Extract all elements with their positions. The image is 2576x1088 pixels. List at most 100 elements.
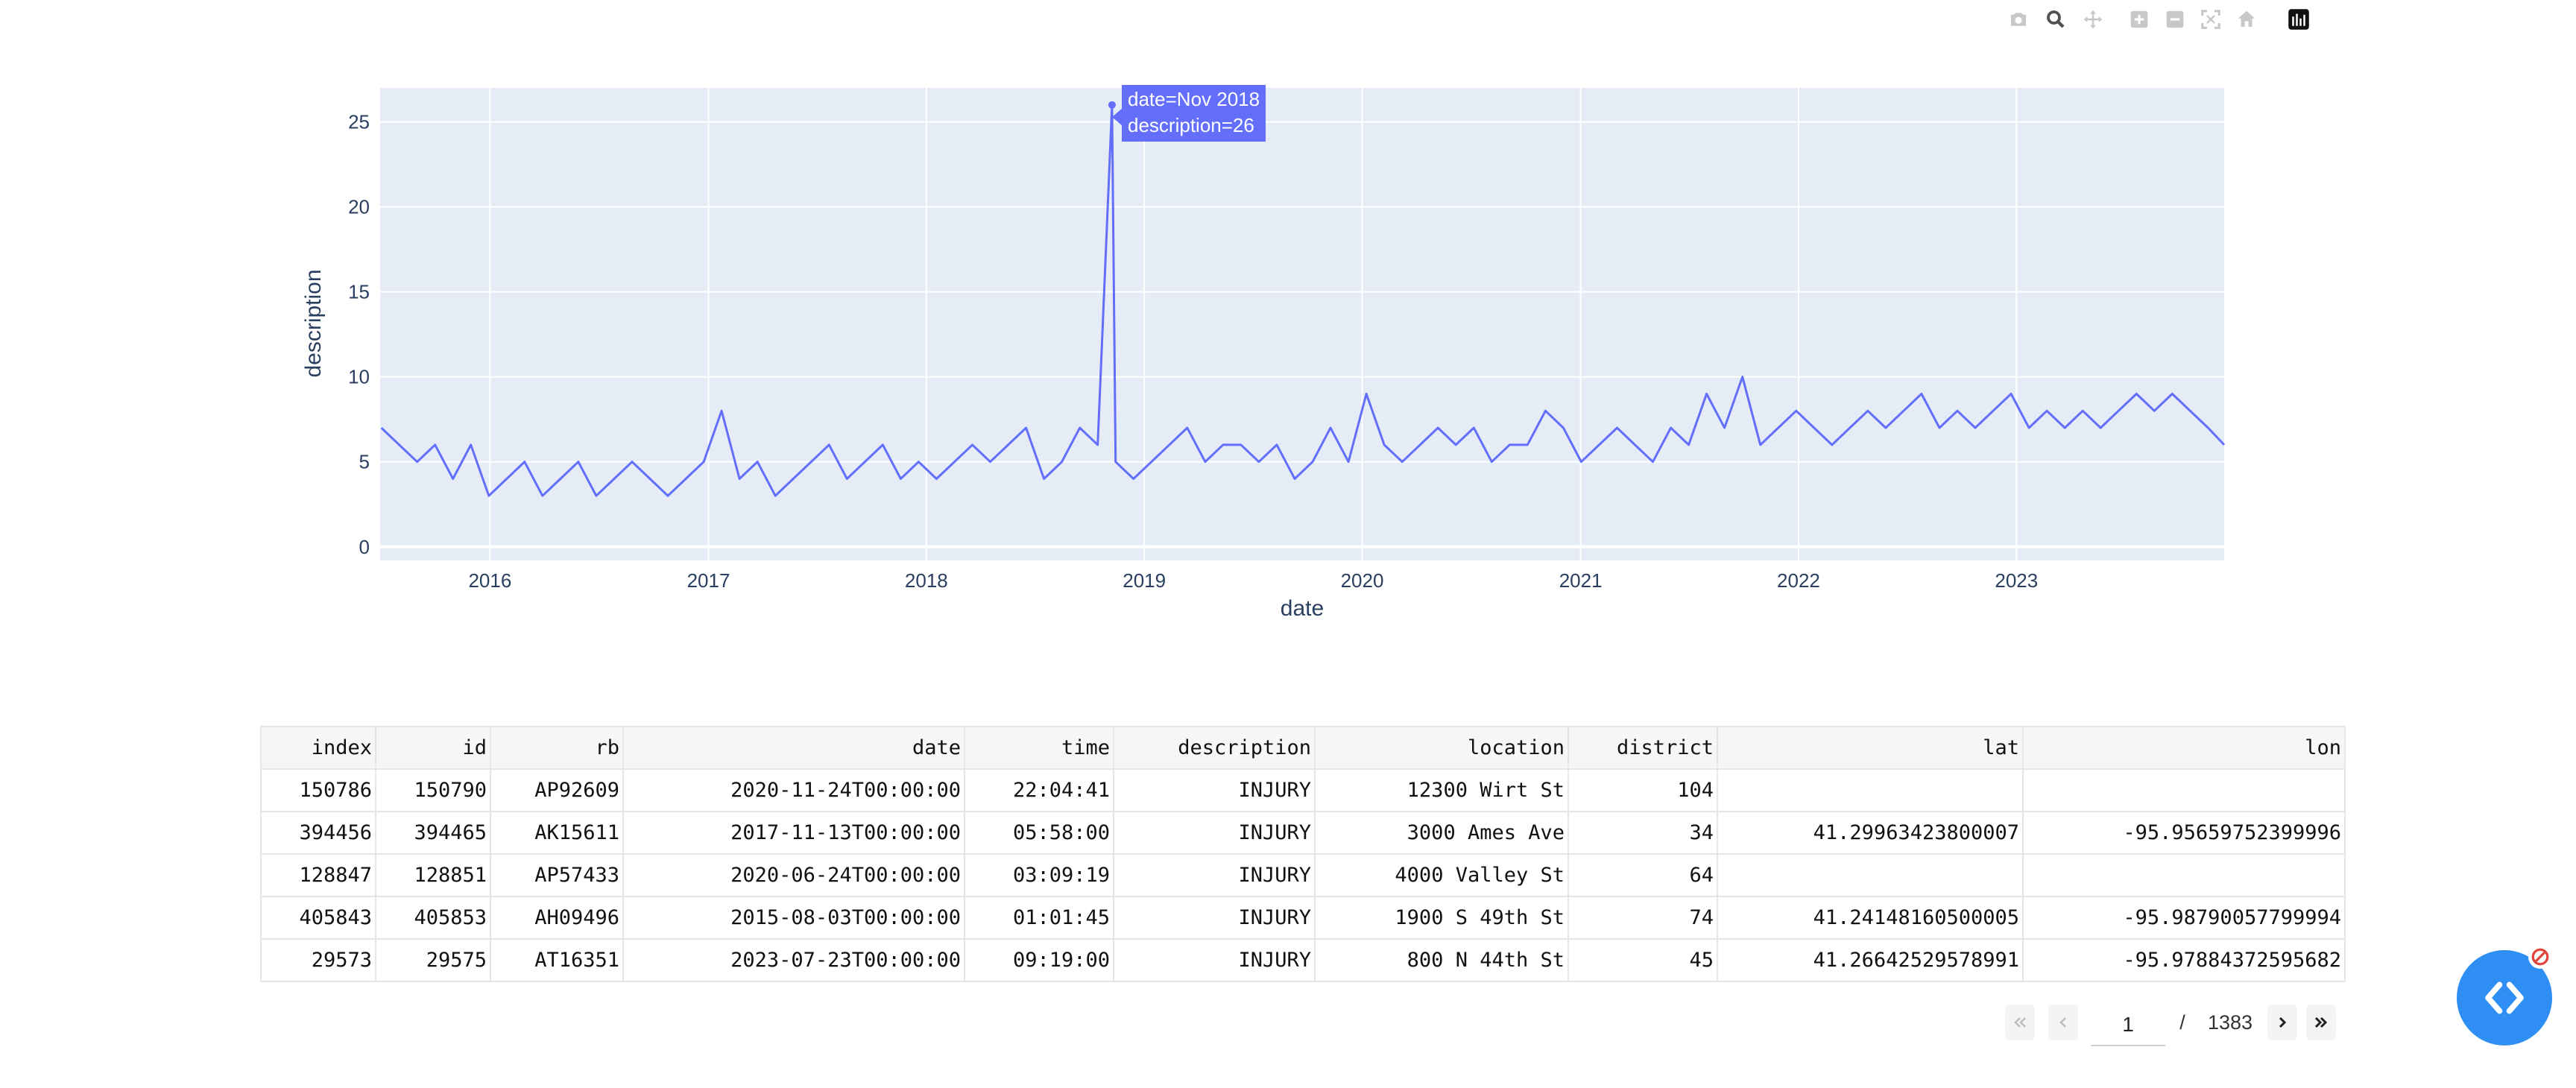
table-header-row: index id rb date time description locati… xyxy=(260,726,2346,770)
column-header-location[interactable]: location xyxy=(1314,726,1569,770)
table-cell: 1900 S 49th St xyxy=(1314,896,1569,940)
table-cell: 3000 Ames Ave xyxy=(1314,811,1569,855)
first-page-button[interactable] xyxy=(2005,1005,2035,1040)
column-header-lat[interactable]: lat xyxy=(1717,726,2024,770)
table-cell: 150790 xyxy=(375,768,491,812)
x-tick-label: 2020 xyxy=(1341,569,1384,592)
table-cell: 394456 xyxy=(260,811,376,855)
table-row: 394456 394465 AK15611 2017-11-13T00:00:0… xyxy=(260,811,2346,855)
table-pager: / 1383 xyxy=(2005,999,2340,1051)
y-tick-label: 15 xyxy=(348,281,370,303)
column-header-district[interactable]: district xyxy=(1568,726,1718,770)
table-row: 29573 29575 AT16351 2023-07-23T00:00:00 … xyxy=(260,938,2346,982)
table-row: 128847 128851 AP57433 2020-06-24T00:00:0… xyxy=(260,853,2346,897)
no-entry-icon[interactable] xyxy=(2528,945,2552,969)
table-cell: 05:58:00 xyxy=(964,811,1114,855)
double-chevron-left-icon xyxy=(2014,1017,2026,1028)
table-cell: AP57433 xyxy=(490,853,624,897)
x-tick-label: 2019 xyxy=(1123,569,1166,592)
table-cell: 29575 xyxy=(375,938,491,982)
table-cell: AT16351 xyxy=(490,938,624,982)
table-cell xyxy=(2022,768,2346,812)
tooltip-value: description=26 xyxy=(1128,114,1254,136)
table-cell: 2015-08-03T00:00:00 xyxy=(622,896,965,940)
table-cell: 2017-11-13T00:00:00 xyxy=(622,811,965,855)
table-cell: AK15611 xyxy=(490,811,624,855)
column-header-time[interactable]: time xyxy=(964,726,1114,770)
table-cell: 09:19:00 xyxy=(964,938,1114,982)
table-cell: 128851 xyxy=(375,853,491,897)
table-cell: 2020-11-24T00:00:00 xyxy=(622,768,965,812)
next-page-button[interactable] xyxy=(2267,1005,2297,1040)
table-cell: 64 xyxy=(1568,853,1718,897)
table-cell: 128847 xyxy=(260,853,376,897)
table-cell: -95.97884372595682 xyxy=(2022,938,2346,982)
table-cell: 22:04:41 xyxy=(964,768,1114,812)
table-cell: 74 xyxy=(1568,896,1718,940)
page-number-input[interactable] xyxy=(2091,1005,2165,1046)
last-page-button[interactable] xyxy=(2306,1005,2336,1040)
table-cell: INJURY xyxy=(1113,811,1316,855)
column-header-rb[interactable]: rb xyxy=(490,726,624,770)
table-cell: -95.95659752399996 xyxy=(2022,811,2346,855)
table-cell: 01:01:45 xyxy=(964,896,1114,940)
data-table: index id rb date time description locati… xyxy=(260,726,2346,982)
chevron-right-icon xyxy=(2279,1016,2287,1028)
total-pages: 1383 xyxy=(2207,1010,2253,1034)
x-axis-ticks: 2016 2017 2018 2019 2020 2021 2022 2023 xyxy=(468,569,2038,592)
table-cell: 800 N 44th St xyxy=(1314,938,1569,982)
table-cell: 4000 Valley St xyxy=(1314,853,1569,897)
table-cell: 12300 Wirt St xyxy=(1314,768,1569,812)
plot-area xyxy=(380,88,2224,560)
table-cell: 394465 xyxy=(375,811,491,855)
table-cell: 405843 xyxy=(260,896,376,940)
table-cell: 03:09:19 xyxy=(964,853,1114,897)
y-axis-title: description xyxy=(301,269,326,377)
table-cell: 41.24148160500005 xyxy=(1717,896,2024,940)
x-tick-label: 2022 xyxy=(1777,569,1820,592)
previous-page-button[interactable] xyxy=(2048,1005,2078,1040)
column-header-id[interactable]: id xyxy=(375,726,491,770)
table-cell: 41.29963423800007 xyxy=(1717,811,2024,855)
table-cell xyxy=(1717,853,2024,897)
page-separator: / xyxy=(2179,1010,2185,1034)
tooltip-date: date=Nov 2018 xyxy=(1128,88,1260,110)
table-cell: 29573 xyxy=(260,938,376,982)
y-tick-label: 25 xyxy=(348,111,370,133)
hover-tooltip: date=Nov 2018 description=26 xyxy=(1122,85,1266,142)
table-cell: 45 xyxy=(1568,938,1718,982)
chevron-left-icon xyxy=(2059,1017,2066,1028)
column-header-index[interactable]: index xyxy=(260,726,376,770)
line-chart: 2016 2017 2018 2019 2020 2021 2022 2023 0 5 10 15 2… xyxy=(301,88,2226,621)
table-cell: 405853 xyxy=(375,896,491,940)
table-cell: AP92609 xyxy=(490,768,624,812)
column-header-date[interactable]: date xyxy=(622,726,965,770)
table-row: 150786 150790 AP92609 2020-11-24T00:00:0… xyxy=(260,768,2346,812)
y-axis-ticks: 0 5 10 15 20 25 xyxy=(348,111,370,558)
y-tick-label: 5 xyxy=(359,451,370,473)
x-tick-label: 2017 xyxy=(687,569,730,592)
table-cell: 2020-06-24T00:00:00 xyxy=(622,853,965,897)
table-cell: AH09496 xyxy=(490,896,624,940)
x-axis-title: date xyxy=(1281,596,1324,621)
double-chevron-right-icon xyxy=(2314,1016,2328,1028)
table-cell: INJURY xyxy=(1113,768,1316,812)
y-tick-label: 20 xyxy=(348,196,370,218)
table-cell: INJURY xyxy=(1113,938,1316,982)
table-cell: 34 xyxy=(1568,811,1718,855)
x-tick-label: 2023 xyxy=(1995,569,2038,592)
table-cell: INJURY xyxy=(1113,853,1316,897)
column-header-description[interactable]: description xyxy=(1113,726,1316,770)
table-cell: INJURY xyxy=(1113,896,1316,940)
table-cell: 41.26642529578991 xyxy=(1717,938,2024,982)
table-cell: 2023-07-23T00:00:00 xyxy=(622,938,965,982)
table-cell xyxy=(2022,853,2346,897)
y-tick-label: 0 xyxy=(359,536,370,558)
table-cell xyxy=(1717,768,2024,812)
tooltip-pointer xyxy=(1112,108,1123,126)
code-icon xyxy=(2485,981,2524,1014)
column-header-lon[interactable]: lon xyxy=(2022,726,2346,770)
x-tick-label: 2016 xyxy=(468,569,511,592)
table-row: 405843 405853 AH09496 2015-08-03T00:00:0… xyxy=(260,896,2346,940)
table-cell: 150786 xyxy=(260,768,376,812)
